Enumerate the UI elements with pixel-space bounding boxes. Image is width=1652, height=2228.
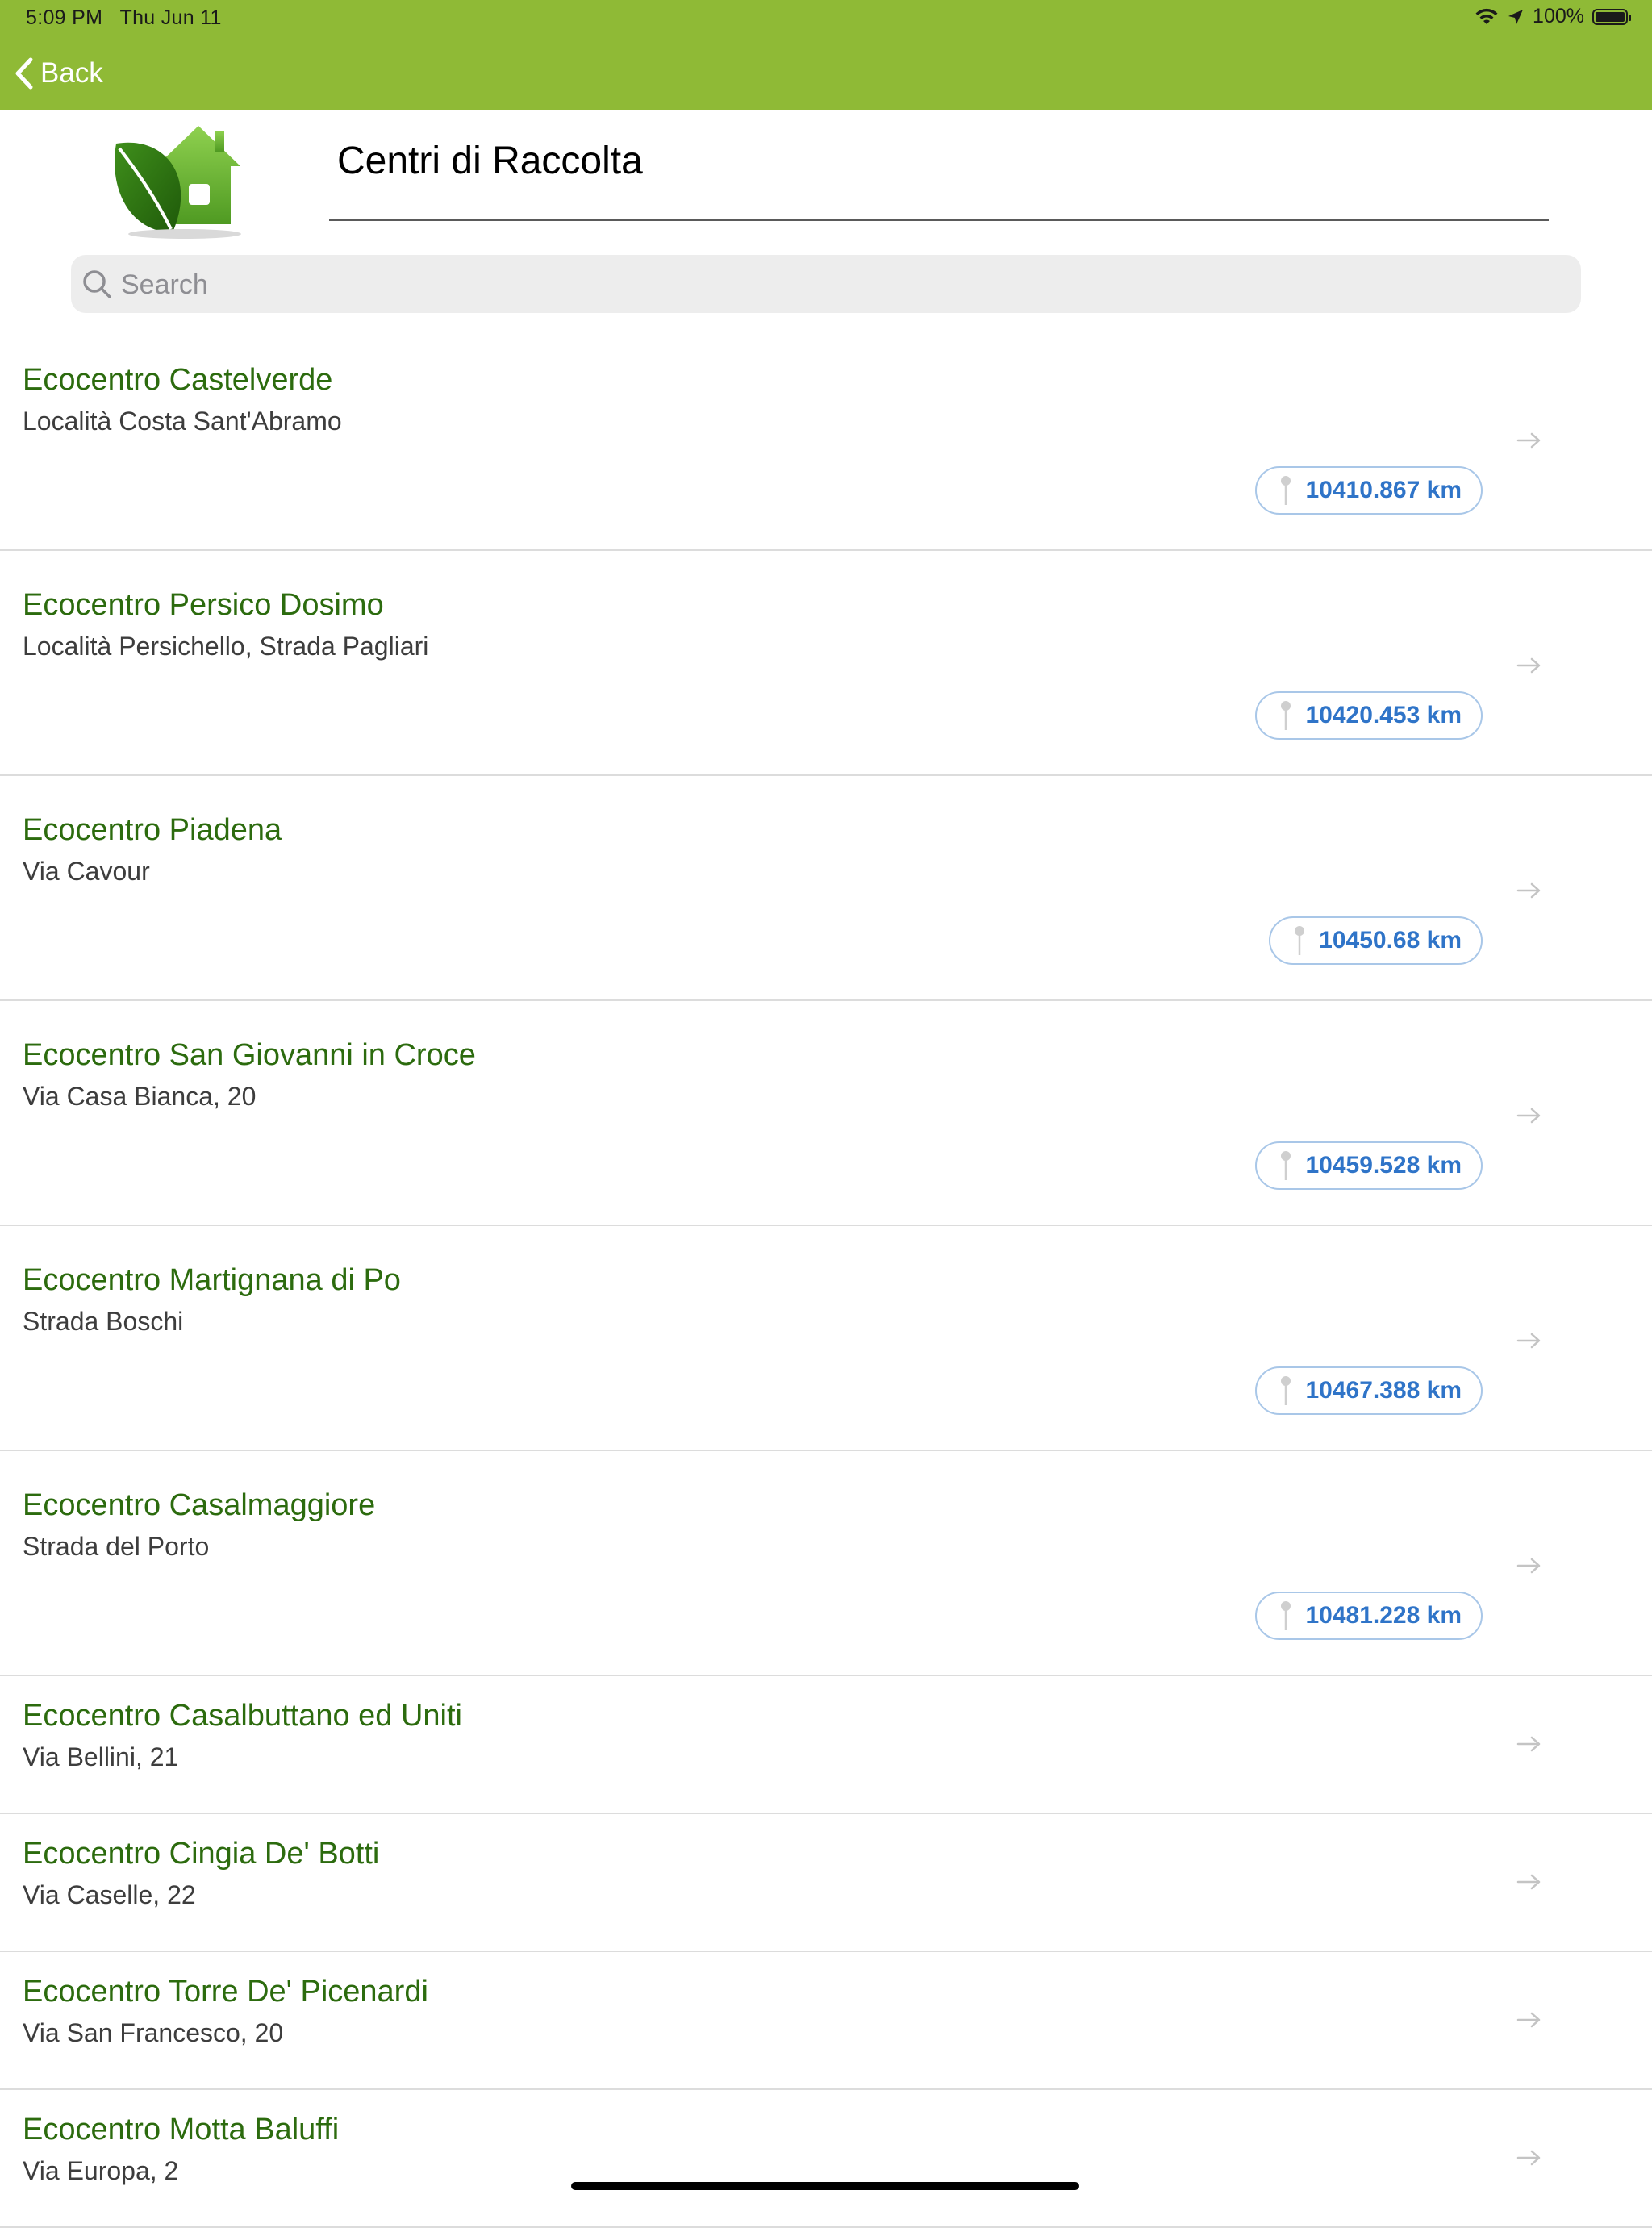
item-address: Via San Francesco, 20 bbox=[23, 2018, 284, 2047]
item-title: Ecocentro Motta Baluffi bbox=[23, 2113, 340, 2147]
item-address: Località Persichello, Strada Pagliari bbox=[23, 632, 429, 661]
arrow-right-icon bbox=[1516, 1736, 1541, 1752]
distance-text: 10450.68 km bbox=[1319, 927, 1462, 953]
distance-text: 10481.228 km bbox=[1305, 1602, 1462, 1629]
item-title: Ecocentro San Giovanni in Croce bbox=[23, 1038, 476, 1072]
status-indicators: 100% bbox=[1475, 5, 1631, 28]
item-title: Ecocentro Torre De' Picenardi bbox=[23, 1975, 428, 2009]
item-address: Via Casa Bianca, 20 bbox=[23, 1082, 257, 1111]
distance-text: 10467.388 km bbox=[1305, 1377, 1462, 1404]
distance-badge: 10450.68 km bbox=[1269, 916, 1483, 965]
chevron-left-icon bbox=[15, 57, 33, 90]
item-title: Ecocentro Casalmaggiore bbox=[23, 1488, 376, 1522]
list-item[interactable]: Ecocentro Piadena Via Cavour 10450.68 km bbox=[0, 776, 1652, 1001]
title-divider bbox=[329, 219, 1549, 221]
arrow-right-icon bbox=[1516, 2150, 1541, 2166]
location-arrow-icon bbox=[1508, 9, 1524, 24]
status-date: Thu Jun 11 bbox=[119, 6, 222, 29]
status-time: 5:09 PM Thu Jun 11 bbox=[26, 6, 222, 30]
list-item[interactable]: Ecocentro Torre De' Picenardi Via San Fr… bbox=[0, 1952, 1652, 2090]
distance-badge: 10410.867 km bbox=[1255, 466, 1483, 515]
collection-center-list: Ecocentro Castelverde Località Costa San… bbox=[0, 326, 1652, 2228]
distance-text: 10420.453 km bbox=[1305, 702, 1462, 728]
item-title: Ecocentro Castelverde bbox=[23, 363, 333, 397]
battery-icon bbox=[1592, 8, 1631, 25]
pin-icon bbox=[1281, 1376, 1291, 1405]
page-title: Centri di Raccolta bbox=[337, 140, 643, 182]
list-item[interactable]: Ecocentro Casalmaggiore Strada del Porto… bbox=[0, 1451, 1652, 1676]
list-item[interactable]: Ecocentro Cingia De' Botti Via Caselle, … bbox=[0, 1814, 1652, 1952]
list-item[interactable]: Ecocentro Persico Dosimo Località Persic… bbox=[0, 551, 1652, 776]
item-title: Ecocentro Martignana di Po bbox=[23, 1263, 401, 1297]
app-logo bbox=[115, 126, 241, 239]
item-title: Ecocentro Casalbuttano ed Uniti bbox=[23, 1699, 462, 1733]
arrow-right-icon bbox=[1516, 657, 1541, 674]
pin-icon bbox=[1281, 1151, 1291, 1180]
back-label: Back bbox=[40, 57, 103, 89]
battery-percent: 100% bbox=[1533, 5, 1584, 27]
pin-icon bbox=[1281, 701, 1291, 730]
distance-badge: 10481.228 km bbox=[1255, 1592, 1483, 1640]
item-title: Ecocentro Piadena bbox=[23, 813, 282, 847]
distance-badge: 10467.388 km bbox=[1255, 1366, 1483, 1415]
arrow-right-icon bbox=[1516, 1558, 1541, 1574]
list-item[interactable]: Ecocentro Motta Baluffi Via Europa, 2 bbox=[0, 2090, 1652, 2228]
arrow-right-icon bbox=[1516, 2012, 1541, 2028]
navigation-bar: 5:09 PM Thu Jun 11 100% Back bbox=[0, 0, 1652, 110]
status-clock: 5:09 PM bbox=[26, 6, 103, 29]
arrow-right-icon bbox=[1516, 1874, 1541, 1890]
list-item[interactable]: Ecocentro Martignana di Po Strada Boschi… bbox=[0, 1226, 1652, 1451]
item-title: Ecocentro Persico Dosimo bbox=[23, 588, 384, 622]
pin-icon bbox=[1295, 926, 1305, 955]
pin-icon bbox=[1281, 476, 1291, 505]
arrow-right-icon bbox=[1516, 882, 1541, 899]
item-address: Strada del Porto bbox=[23, 1532, 210, 1561]
item-address: Località Costa Sant'Abramo bbox=[23, 407, 342, 436]
list-item[interactable]: Ecocentro Casalbuttano ed Uniti Via Bell… bbox=[0, 1676, 1652, 1814]
distance-text: 10410.867 km bbox=[1305, 477, 1462, 503]
list-item[interactable]: Ecocentro San Giovanni in Croce Via Casa… bbox=[0, 1001, 1652, 1226]
item-address: Via Caselle, 22 bbox=[23, 1880, 196, 1909]
distance-badge: 10459.528 km bbox=[1255, 1141, 1483, 1190]
item-address: Strada Boschi bbox=[23, 1307, 184, 1336]
item-address: Via Cavour bbox=[23, 857, 150, 886]
arrow-right-icon bbox=[1516, 432, 1541, 449]
search-icon bbox=[83, 270, 111, 298]
pin-icon bbox=[1281, 1601, 1291, 1630]
distance-badge: 10420.453 km bbox=[1255, 691, 1483, 740]
item-address: Via Europa, 2 bbox=[23, 2156, 179, 2185]
search-bar[interactable] bbox=[71, 255, 1581, 315]
back-button[interactable]: Back bbox=[13, 52, 103, 95]
home-indicator[interactable] bbox=[571, 2182, 1079, 2190]
wifi-icon bbox=[1475, 8, 1498, 24]
arrow-right-icon bbox=[1516, 1333, 1541, 1349]
arrow-right-icon bbox=[1516, 1108, 1541, 1124]
distance-text: 10459.528 km bbox=[1305, 1152, 1462, 1179]
search-input[interactable] bbox=[119, 255, 1558, 315]
item-address: Via Bellini, 21 bbox=[23, 1742, 179, 1771]
list-item[interactable]: Ecocentro Castelverde Località Costa San… bbox=[0, 326, 1652, 551]
item-title: Ecocentro Cingia De' Botti bbox=[23, 1837, 380, 1871]
